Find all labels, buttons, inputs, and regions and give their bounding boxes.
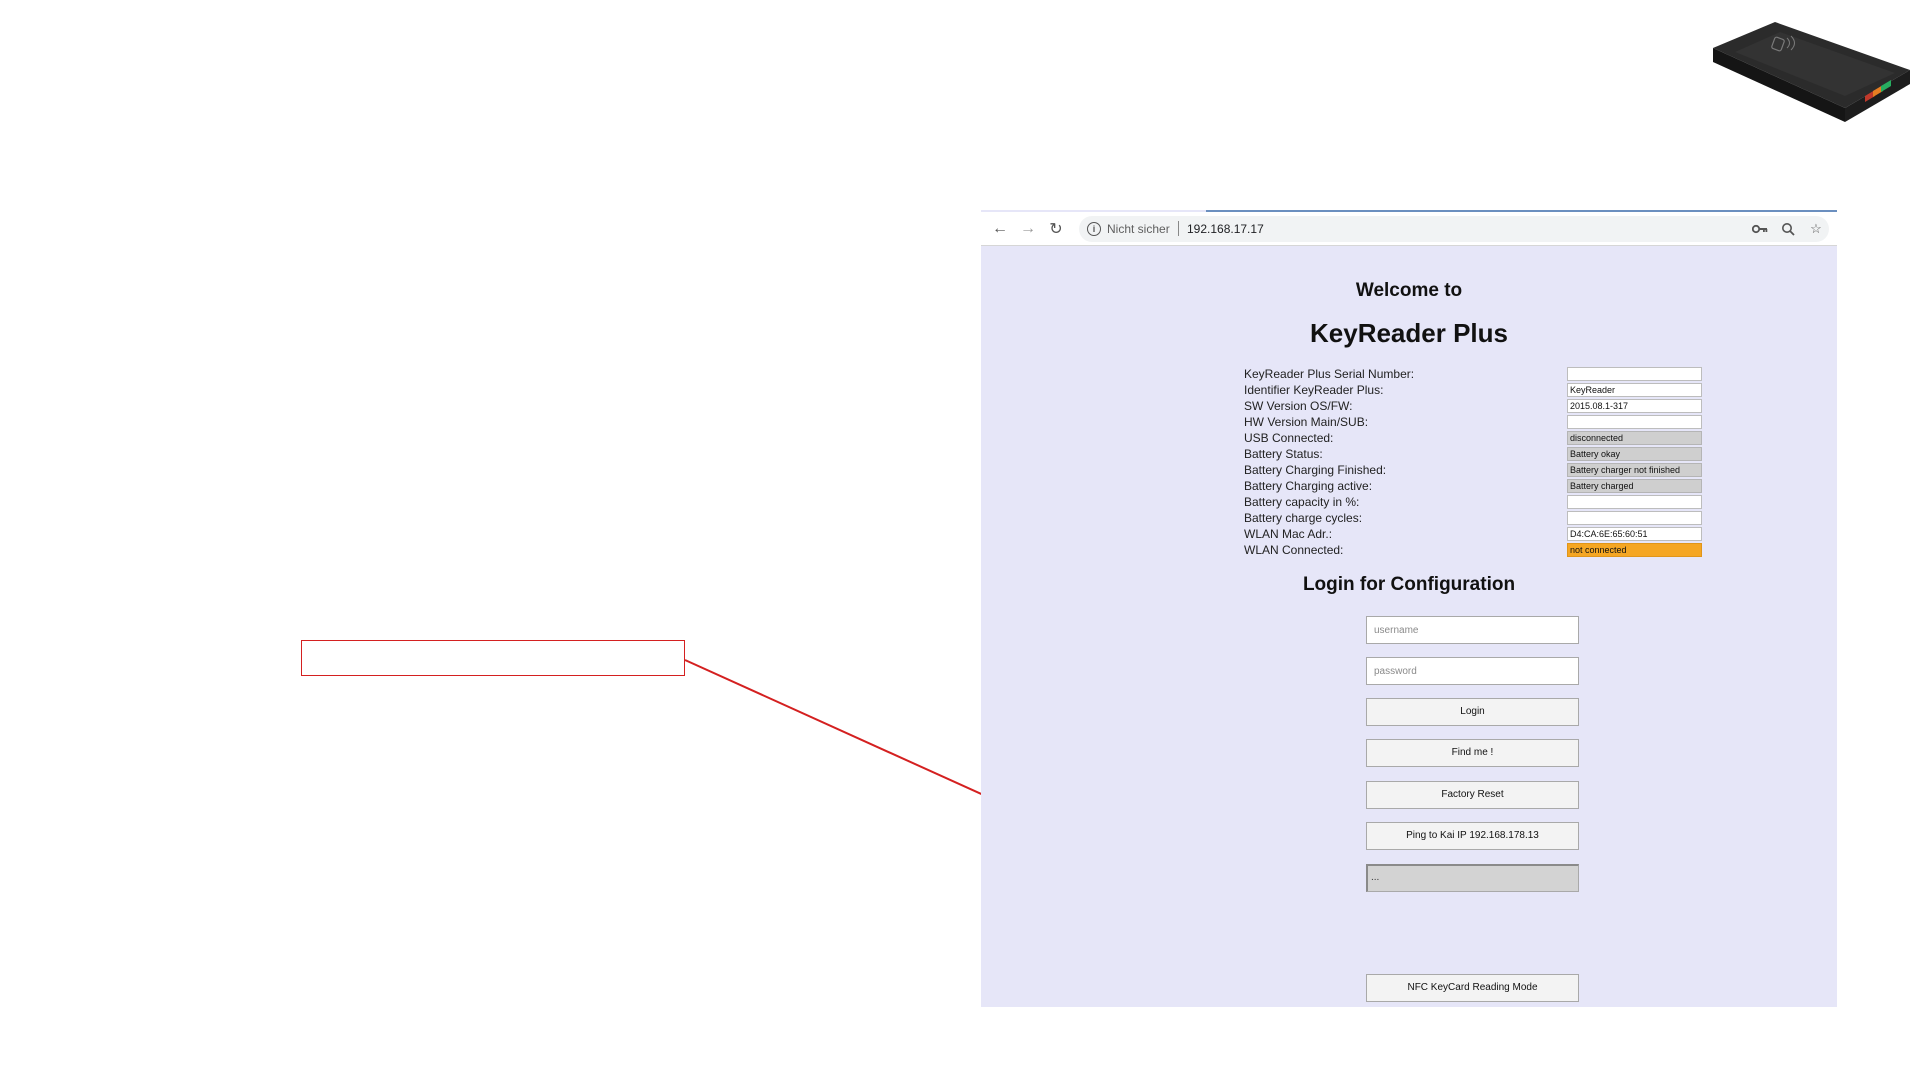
status-label: Battery Charging active: [1244, 479, 1373, 493]
status-label: HW Version Main/SUB: [1244, 415, 1369, 429]
status-value: KeyReader [1567, 383, 1702, 397]
bookmark-star-icon[interactable]: ☆ [1807, 220, 1825, 238]
status-row: Battery Charging Finished: Battery charge… [1244, 462, 1704, 478]
url-separator [1178, 221, 1179, 236]
status-value [1567, 367, 1702, 381]
password-input[interactable] [1366, 657, 1579, 685]
status-row: KeyReader Plus Serial Number: [1244, 366, 1704, 382]
login-button[interactable]: Login [1366, 698, 1579, 726]
status-value: disconnected [1567, 431, 1702, 445]
status-label: WLAN Mac Adr.: [1244, 527, 1333, 541]
keyreader-device-image [1713, 22, 1910, 122]
status-label: Battery charge cycles: [1244, 511, 1363, 525]
status-row: SW Version OS/FW: 2015.08.1-317 [1244, 398, 1704, 414]
ping-button[interactable]: Ping to Kai IP 192.168.178.13 [1366, 822, 1579, 850]
welcome-heading: Welcome to [1355, 280, 1463, 301]
status-label: USB Connected: [1244, 431, 1334, 445]
status-row: HW Version Main/SUB: [1244, 414, 1704, 430]
status-label: Battery capacity in %: [1244, 495, 1360, 509]
factory-reset-button[interactable]: Factory Reset [1366, 781, 1579, 809]
url-text[interactable]: 192.168.17.17 [1187, 222, 1264, 236]
status-value: Battery charged [1567, 479, 1702, 493]
status-label: Identifier KeyReader Plus: [1244, 383, 1384, 397]
key-icon[interactable] [1751, 220, 1769, 238]
status-value [1567, 415, 1702, 429]
status-value [1567, 495, 1702, 509]
status-label: SW Version OS/FW: [1244, 399, 1353, 413]
status-value [1567, 511, 1702, 525]
status-row: Battery Charging active: Battery charged [1244, 478, 1704, 494]
security-status[interactable]: Nicht sicher [1107, 222, 1170, 236]
nfc-keycard-reading-mode-button[interactable]: NFC KeyCard Reading Mode [1366, 974, 1579, 1002]
status-value: 2015.08.1-317 [1567, 399, 1702, 413]
address-bar[interactable]: i Nicht sicher 192.168.17.17 ☆ [1079, 216, 1829, 242]
status-label: Battery Status: [1244, 447, 1323, 461]
forward-arrow-icon[interactable]: → [1017, 218, 1039, 240]
status-label: KeyReader Plus Serial Number: [1244, 367, 1415, 381]
status-label: Battery Charging Finished: [1244, 463, 1387, 477]
username-input[interactable] [1366, 616, 1579, 644]
back-arrow-icon[interactable]: ← [989, 218, 1011, 240]
browser-toolbar: ← → ↻ i Nicht sicher 192.168.17.17 ☆ [981, 212, 1837, 246]
find-me-button[interactable]: Find me ! [1366, 739, 1579, 767]
login-heading: Login for Configuration [1302, 574, 1516, 595]
slide: ← → ↻ i Nicht sicher 192.168.17.17 ☆ Wel… [0, 0, 1920, 1080]
status-row: Battery charge cycles: [1244, 510, 1704, 526]
browser-window: ← → ↻ i Nicht sicher 192.168.17.17 ☆ Wel… [981, 210, 1837, 1007]
annotation-box [301, 640, 685, 676]
status-value: Battery okay [1567, 447, 1702, 461]
status-row: WLAN Connected: not connected [1244, 542, 1704, 558]
zoom-icon[interactable] [1779, 220, 1797, 238]
status-label: WLAN Connected: [1244, 543, 1344, 557]
product-title: KeyReader Plus [1310, 318, 1508, 348]
info-icon[interactable]: i [1087, 222, 1101, 236]
status-value: D4:CA:6E:65:60:51 [1567, 527, 1702, 541]
status-row: WLAN Mac Adr.: D4:CA:6E:65:60:51 [1244, 526, 1704, 542]
status-row: Battery capacity in %: [1244, 494, 1704, 510]
status-row: Battery Status: Battery okay [1244, 446, 1704, 462]
output-field: ... [1366, 864, 1579, 892]
status-value: not connected [1567, 543, 1702, 557]
status-value: Battery charger not finished [1567, 463, 1702, 477]
reload-icon[interactable]: ↻ [1045, 218, 1067, 240]
status-row: Identifier KeyReader Plus: KeyReader [1244, 382, 1704, 398]
status-row: USB Connected: disconnected [1244, 430, 1704, 446]
